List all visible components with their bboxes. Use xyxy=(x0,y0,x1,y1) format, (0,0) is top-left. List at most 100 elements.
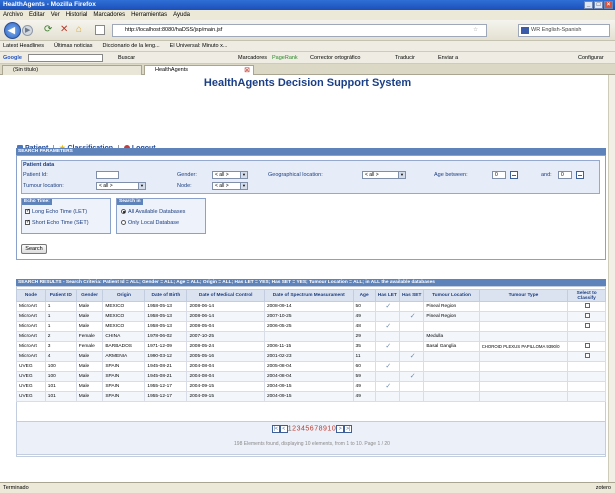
table-row: MicroArt 1 Male MEXICO 1958-05-13 2008-05-04 2… xyxy=(16,321,606,332)
column-header[interactable]: Has SET xyxy=(399,289,425,302)
cell-dmc: 2004-09-15 xyxy=(186,391,265,402)
cell-node: UVEG xyxy=(16,361,46,372)
bookmarks-menu[interactable]: Marcadores xyxy=(238,52,267,64)
select-cell xyxy=(567,391,606,402)
stop-icon[interactable]: ✕ xyxy=(60,24,68,35)
set-checkbox[interactable] xyxy=(25,219,30,226)
close-window-button[interactable]: × xyxy=(604,1,613,9)
echo-time-header: Echo Time: xyxy=(22,199,52,205)
google-search-button[interactable]: Buscar xyxy=(118,52,135,64)
tab-untitled[interactable]: (Sin título) xyxy=(2,65,142,75)
settings-button[interactable]: Configurar xyxy=(578,52,604,64)
column-header[interactable]: Node xyxy=(16,289,46,302)
select-to-classify-checkbox[interactable] xyxy=(585,313,591,318)
tab-healthagents[interactable]: HealthAgents ⊠ xyxy=(144,65,254,75)
page-content: HealthAgents Decision Support System Pat… xyxy=(0,75,615,482)
geo-location-select[interactable]: < all > ▼ xyxy=(362,171,406,179)
patient-id-input[interactable] xyxy=(96,171,119,179)
has-set-cell: ✓ xyxy=(399,371,425,382)
bookmark-item-1[interactable]: Últimas noticias xyxy=(54,41,93,51)
bookmark-item-2[interactable]: Diccionario de la leng... xyxy=(103,41,160,51)
column-header[interactable]: Has LET xyxy=(374,289,401,302)
bookmark-item-0[interactable]: Latest Headlines xyxy=(3,41,44,51)
select-to-classify-checkbox[interactable] xyxy=(585,323,591,328)
menu-item-0[interactable]: Archivo xyxy=(3,10,23,20)
cell-age: 50 xyxy=(352,301,376,312)
reload-icon[interactable]: ⟳ xyxy=(44,24,52,35)
gender-select[interactable]: < all > ▼ xyxy=(212,171,248,179)
spellcheck-button[interactable]: Corrector ortográfico xyxy=(310,52,360,64)
search-engine-box[interactable]: WR English-Spanish xyxy=(518,24,610,37)
checkmark-icon: ✓ xyxy=(385,343,392,350)
let-label: Long Echo Time (LET) xyxy=(32,209,88,215)
column-header[interactable]: Select to Classify xyxy=(567,289,606,302)
let-checkbox[interactable] xyxy=(25,208,30,215)
menu-item-1[interactable]: Editar xyxy=(29,10,45,20)
minimize-button[interactable]: _ xyxy=(584,1,593,9)
cell-gender: Male xyxy=(75,361,104,372)
age-to-input[interactable] xyxy=(558,171,572,179)
menu-item-3[interactable]: Historial xyxy=(66,10,88,20)
menu-item-2[interactable]: Ver xyxy=(51,10,60,20)
next-page-button[interactable]: > xyxy=(336,425,345,433)
column-header[interactable]: Date of Birth xyxy=(144,289,188,302)
select-to-classify-checkbox[interactable] xyxy=(585,343,591,348)
column-header[interactable]: Tumour Location xyxy=(423,289,480,302)
cell-dmc: 2004-08-04 xyxy=(186,371,265,382)
page-link[interactable]: 10 xyxy=(327,426,336,433)
column-header[interactable]: Tumour Type xyxy=(478,289,569,302)
google-search-input[interactable] xyxy=(28,54,103,62)
translate-button[interactable]: Traducir xyxy=(395,52,415,64)
column-header[interactable]: Date of Spectrum Measurament xyxy=(263,289,354,302)
column-header[interactable]: Gender xyxy=(75,289,104,302)
maximize-button[interactable]: □ xyxy=(594,1,603,9)
zotero-status[interactable]: zotero xyxy=(596,483,611,493)
local-database-option[interactable]: Only Local Database xyxy=(121,220,179,226)
forward-button[interactable]: ▶ xyxy=(22,25,33,36)
prev-page-button[interactable]: < xyxy=(279,425,288,433)
select-to-classify-checkbox[interactable] xyxy=(585,303,591,308)
back-button[interactable]: ◀ xyxy=(4,22,21,39)
tab-untitled-label: (Sin título) xyxy=(13,67,39,73)
send-to-button[interactable]: Enviar a xyxy=(438,52,458,64)
all-databases-option[interactable]: All Available Databases xyxy=(121,209,185,215)
search-button[interactable]: Search xyxy=(21,244,47,254)
cell-tloc xyxy=(423,381,480,392)
column-header[interactable]: Patient ID xyxy=(44,289,77,302)
table-row: UVEG 101 Male SPAIN 1955-12-17 2004-09-15 2004… xyxy=(16,391,606,402)
local-database-radio[interactable] xyxy=(121,220,126,226)
cell-pid: 100 xyxy=(44,371,77,382)
home-icon[interactable]: ⌂ xyxy=(76,24,82,35)
has-let-cell xyxy=(374,391,401,402)
all-databases-radio[interactable] xyxy=(121,209,126,215)
menu-item-5[interactable]: Herramientas xyxy=(131,10,167,20)
menu-item-6[interactable]: Ayuda xyxy=(173,10,190,20)
url-bar[interactable]: http://localhost:8080/haDSS/jsp/main.jsf… xyxy=(112,24,487,37)
menu-item-4[interactable]: Marcadores xyxy=(93,10,125,20)
bookmark-star-icon[interactable]: ☆ xyxy=(473,25,478,36)
search-engine-icon[interactable] xyxy=(521,27,529,34)
age-from-input[interactable] xyxy=(492,171,506,179)
cell-ttype xyxy=(478,371,569,382)
page-scrollbar[interactable] xyxy=(608,75,615,482)
cell-age: 49 xyxy=(352,311,376,322)
has-let-cell xyxy=(374,331,401,342)
has-set-cell xyxy=(399,391,425,402)
cell-dob: 1958-05-13 xyxy=(144,301,188,312)
select-to-classify-checkbox[interactable] xyxy=(585,353,591,358)
node-select[interactable]: < all > ▼ xyxy=(212,182,248,190)
age-to-spinner[interactable] xyxy=(576,171,584,179)
column-header[interactable]: Age xyxy=(352,289,376,302)
tumour-location-select[interactable]: < all > ▼ xyxy=(96,182,146,190)
let-option[interactable]: Long Echo Time (LET) xyxy=(25,208,88,215)
select-cell xyxy=(567,331,606,342)
age-from-spinner[interactable] xyxy=(510,171,518,179)
tab-close-icon[interactable]: ⊠ xyxy=(244,66,250,75)
set-option[interactable]: Short Echo Time (SET) xyxy=(25,219,89,226)
first-page-button[interactable]: |< xyxy=(271,425,280,433)
last-page-button[interactable]: >| xyxy=(344,425,353,433)
column-header[interactable]: Origin xyxy=(102,289,146,302)
column-header[interactable]: Date of Medical Control xyxy=(186,289,265,302)
bookmark-item-3[interactable]: El Universal: Minuto x... xyxy=(170,41,228,51)
window-title: HealthAgents - Mozilla Firefox xyxy=(3,1,96,8)
